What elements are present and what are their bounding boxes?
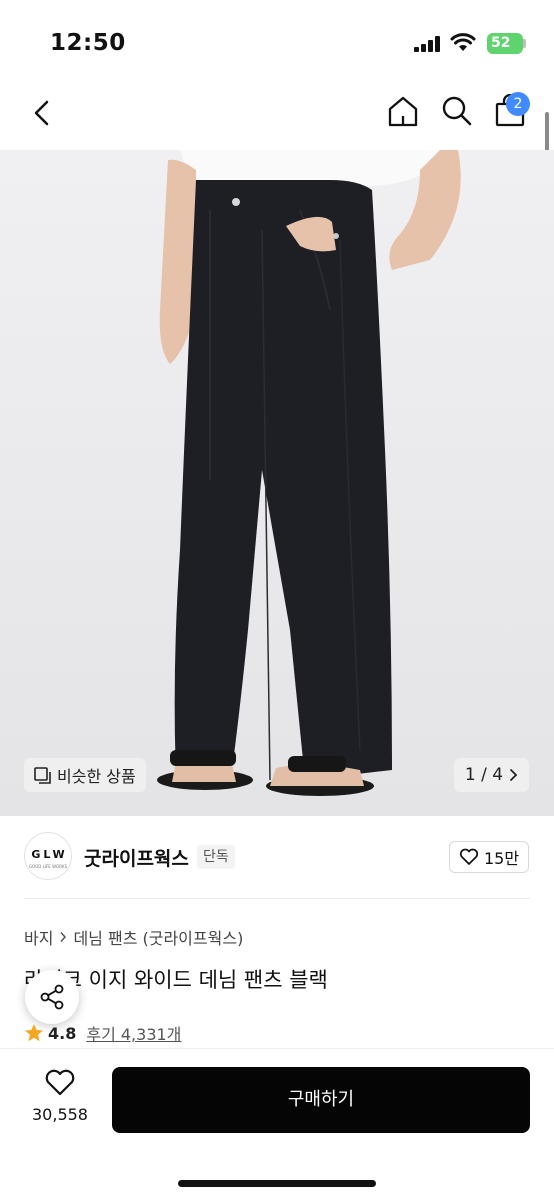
- cellular-signal-icon: [414, 36, 440, 52]
- rating-score: 4.8: [48, 1023, 77, 1043]
- battery-icon: 52: [487, 33, 523, 54]
- breadcrumb: 바지 데님 팬츠 (굿라이프웍스): [24, 925, 243, 949]
- cart-count-badge: 2: [506, 92, 530, 116]
- page-indicator-text: 1 / 4: [464, 765, 504, 785]
- home-icon[interactable]: [386, 94, 420, 128]
- status-bar: 12:50 52: [0, 0, 554, 86]
- chevron-right-icon: [60, 932, 67, 942]
- favorite-count: 30,558: [32, 1105, 88, 1124]
- divider: [24, 898, 530, 899]
- share-button[interactable]: [25, 970, 79, 1024]
- wifi-icon: [450, 33, 476, 51]
- search-icon[interactable]: [440, 94, 474, 128]
- brand-row: GLW GOOD LIFE WORKS 굿라이프웍스 단독 15만: [0, 832, 554, 884]
- buy-button[interactable]: 구매하기: [112, 1067, 530, 1133]
- star-icon: [25, 1024, 43, 1042]
- image-page-indicator[interactable]: 1 / 4: [454, 758, 529, 792]
- breadcrumb-item-denim[interactable]: 데님 팬츠 (굿라이프웍스): [73, 925, 243, 949]
- product-image-carousel[interactable]: [0, 150, 554, 816]
- share-icon: [40, 984, 64, 1010]
- brand-logo-subtext: GOOD LIFE WORKS: [28, 864, 68, 869]
- heart-icon: [45, 1069, 75, 1096]
- breadcrumb-item-pants[interactable]: 바지: [24, 925, 53, 949]
- similar-products-label: 비슷한 상품: [57, 767, 136, 786]
- review-count-link[interactable]: 후기 4,331개: [86, 1021, 181, 1045]
- chevron-right-icon: [510, 769, 518, 781]
- brand-like-button[interactable]: 15만: [449, 841, 529, 873]
- brand-name[interactable]: 굿라이프웍스: [84, 844, 189, 871]
- heart-icon: [459, 848, 479, 865]
- status-time: 12:50: [50, 30, 126, 56]
- brand-logo-text: GLW: [31, 848, 68, 861]
- brand-like-count: 15만: [483, 849, 520, 868]
- back-icon[interactable]: [28, 98, 58, 128]
- bottom-action-bar: 30,558 구매하기: [0, 1048, 554, 1200]
- rating-row: 4.8 후기 4,331개: [24, 1021, 181, 1045]
- brand-logo[interactable]: GLW GOOD LIFE WORKS: [24, 832, 72, 880]
- favorite-button[interactable]: 30,558: [24, 1069, 96, 1124]
- similar-items-icon: [34, 766, 51, 784]
- similar-products-button[interactable]: 비슷한 상품: [24, 758, 146, 792]
- home-indicator[interactable]: [178, 1180, 376, 1187]
- top-nav: 2: [0, 86, 554, 150]
- exclusive-badge: 단독: [197, 845, 235, 869]
- battery-nub: [523, 39, 526, 48]
- product-photo: [0, 150, 554, 816]
